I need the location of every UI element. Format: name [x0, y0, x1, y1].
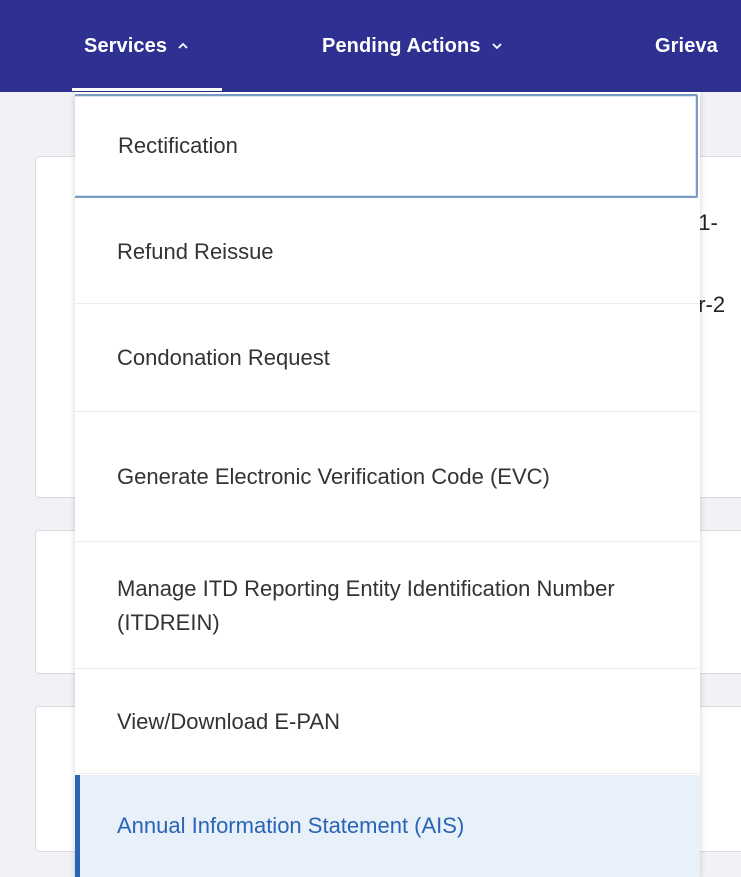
menu-item-label: Manage ITD Reporting Entity Identificati… [117, 575, 615, 635]
nav-services-label: Services [84, 34, 168, 57]
nav-pending-actions-label: Pending Actions [322, 34, 481, 57]
menu-item-view-download-epan[interactable]: View/Download E-PAN [75, 670, 700, 774]
menu-item-condonation-request[interactable]: Condonation Request [75, 305, 700, 412]
menu-item-label: Condonation Request [117, 345, 330, 370]
menu-item-label: Annual Information Statement (AIS) [117, 813, 465, 838]
nav-grievances-menu[interactable]: Grieva [655, 28, 718, 64]
chevron-up-icon [178, 42, 188, 49]
menu-item-generate-evc[interactable]: Generate Electronic Verification Code (E… [75, 413, 700, 542]
menu-item-label: Refund Reissue [117, 238, 274, 264]
menu-item-label: View/Download E-PAN [117, 708, 340, 734]
nav-grievances-label: Grieva [655, 34, 718, 57]
top-navbar: Services Pending Actions Grieva [0, 0, 741, 92]
nav-pending-actions-menu[interactable]: Pending Actions [322, 28, 503, 64]
chevron-down-icon [491, 43, 502, 50]
nav-services-menu[interactable]: Services [84, 28, 189, 64]
services-dropdown-menu: Rectification Refund Reissue Condonation… [75, 92, 700, 877]
active-menu-indicator [72, 88, 222, 91]
menu-item-label: Generate Electronic Verification Code (E… [117, 464, 550, 489]
menu-item-manage-itdrein[interactable]: Manage ITD Reporting Entity Identificati… [75, 543, 700, 669]
menu-item-refund-reissue[interactable]: Refund Reissue [75, 200, 700, 304]
menu-item-rectification[interactable]: Rectification [75, 94, 698, 198]
menu-item-label: Rectification [118, 133, 238, 158]
menu-item-annual-information-statement[interactable]: Annual Information Statement (AIS) [75, 775, 700, 877]
